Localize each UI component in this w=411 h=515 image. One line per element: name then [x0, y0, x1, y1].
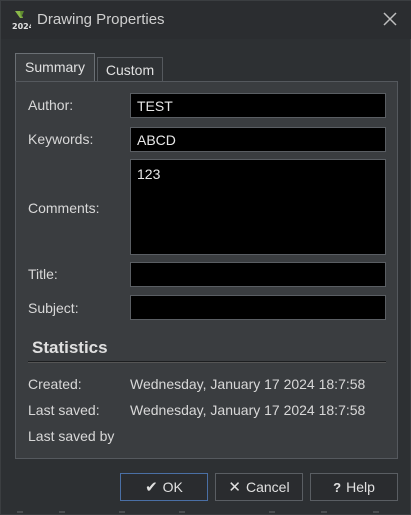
cancel-button-label: Cancel [245, 479, 290, 495]
ok-button[interactable]: ✔ OK [120, 473, 208, 501]
title-field[interactable] [130, 262, 386, 287]
help-button-label: Help [346, 479, 375, 495]
author-field[interactable] [130, 93, 386, 118]
keywords-field[interactable] [130, 127, 386, 152]
drawing-properties-dialog: 2024 Drawing Properties Summary Custom A… [0, 0, 411, 515]
x-icon: ✕ [228, 479, 241, 496]
check-icon: ✔ [145, 479, 158, 496]
created-label: Created: [28, 376, 82, 392]
subject-field[interactable] [130, 295, 386, 320]
last-saved-by-label: Last saved by [28, 428, 115, 444]
keywords-label: Keywords: [28, 131, 94, 147]
summary-panel: Author: Keywords: Comments: 123 Title: S… [15, 81, 398, 459]
cancel-button[interactable]: ✕ Cancel [215, 473, 303, 501]
statistics-divider [28, 361, 386, 363]
help-button[interactable]: ? Help [310, 473, 398, 501]
author-label: Author: [28, 97, 74, 113]
created-value: Wednesday, January 17 2024 18:7:58 [130, 376, 366, 392]
comments-label: Comments: [28, 200, 100, 216]
app-icon: 2024 [11, 9, 35, 31]
tab-summary[interactable]: Summary [15, 53, 95, 81]
question-icon: ? [333, 479, 342, 495]
tab-custom[interactable]: Custom [97, 57, 163, 81]
svg-text:2024: 2024 [12, 22, 31, 31]
bottom-edge-decoration [17, 511, 379, 513]
comments-field[interactable]: 123 [130, 159, 386, 255]
statistics-heading: Statistics [32, 338, 108, 357]
close-icon[interactable] [380, 9, 400, 29]
last-saved-label: Last saved: [28, 402, 100, 418]
title-bar: 2024 Drawing Properties [1, 1, 411, 39]
ok-button-label: OK [162, 479, 183, 495]
window-title: Drawing Properties [37, 11, 165, 28]
subject-label: Subject: [28, 300, 79, 316]
title-label: Title: [28, 266, 58, 282]
last-saved-value: Wednesday, January 17 2024 18:7:58 [130, 402, 366, 418]
